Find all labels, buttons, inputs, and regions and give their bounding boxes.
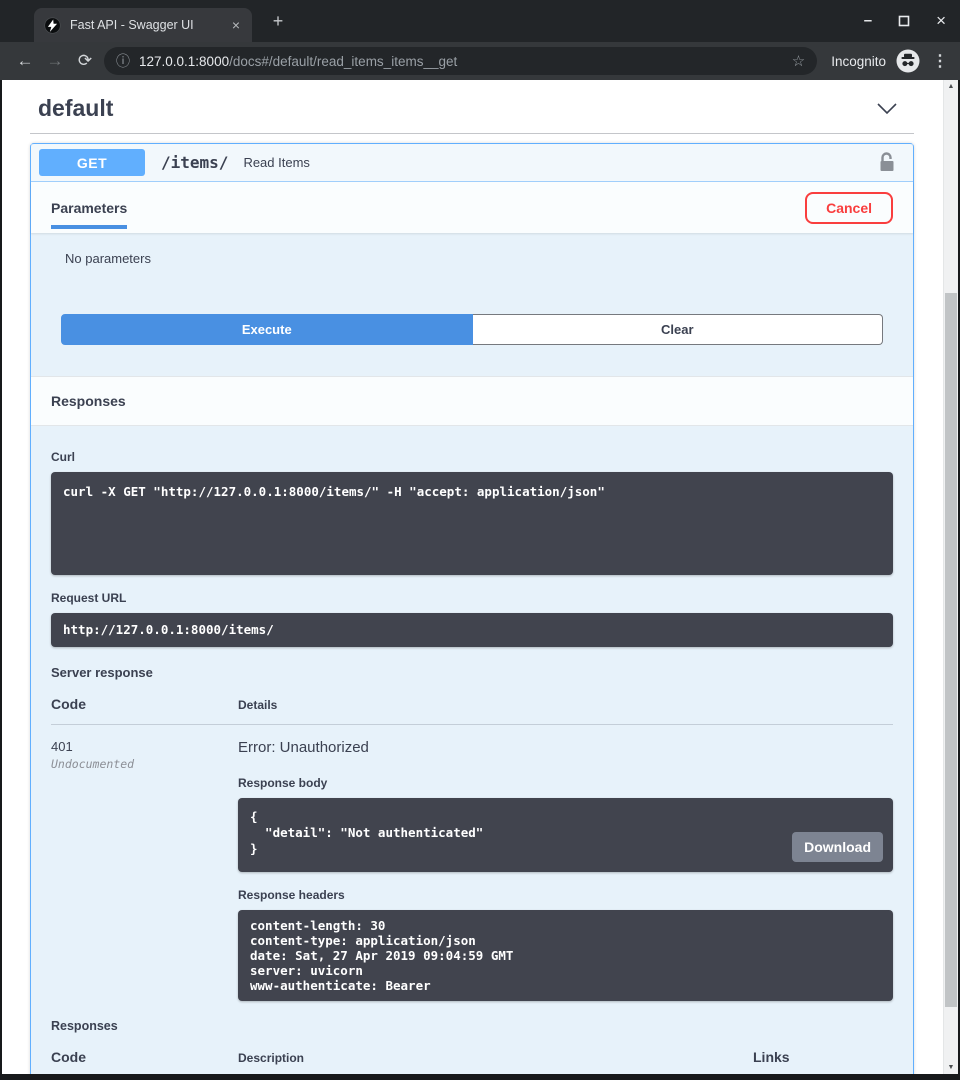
request-url-label: Request URL (51, 591, 893, 605)
fastapi-favicon-icon (44, 17, 61, 34)
curl-command: curl -X GET "http://127.0.0.1:8000/items… (63, 484, 881, 500)
scroll-up-icon[interactable]: ▲ (944, 83, 958, 90)
browser-titlebar: Fast API - Swagger UI × + – × (0, 0, 960, 42)
operation-summary-text: Read Items (243, 155, 309, 170)
request-url-block: http://127.0.0.1:8000/items/ (51, 613, 893, 647)
url-host: 127.0.0.1:8000 (139, 54, 229, 69)
close-button[interactable]: × (936, 11, 946, 31)
server-response-table-head: Code Details (51, 696, 893, 712)
clear-button[interactable]: Clear (473, 314, 884, 345)
url-path: /docs#/default/read_items_items__get (229, 54, 457, 69)
url-text[interactable]: 127.0.0.1:8000/docs#/default/read_items_… (139, 54, 784, 69)
parameters-body: No parameters (31, 233, 913, 306)
operation-block-get-items: GET /items/ Read Items Parameters Cancel (30, 143, 914, 1080)
url-bar[interactable]: ⓘ 127.0.0.1:8000/docs#/default/read_item… (104, 47, 817, 75)
links-column-header: Links (753, 1049, 893, 1065)
window-controls: – × (864, 0, 946, 42)
response-body-label: Response body (238, 776, 893, 790)
page-scrollbar[interactable]: ▲ ▼ (943, 80, 958, 1074)
browser-toolbar: ← → ⟳ ⓘ 127.0.0.1:8000/docs#/default/rea… (0, 42, 960, 80)
browser-window: Fast API - Swagger UI × + – × ← → ⟳ ⓘ 12… (0, 0, 960, 1080)
maximize-button[interactable] (898, 15, 910, 27)
undocumented-note: Undocumented (51, 757, 238, 771)
swagger-page: default GET /items/ Read Items (0, 80, 960, 1080)
minimize-button[interactable]: – (864, 16, 872, 26)
cancel-button[interactable]: Cancel (805, 192, 893, 224)
tag-section-header[interactable]: default (30, 80, 914, 133)
details-column-header: Details (238, 698, 277, 712)
response-details-text: Error: Unauthorized (238, 739, 893, 756)
response-body-block: { "detail": "Not authenticated" } Downlo… (238, 798, 893, 872)
responses-table-head: Code Description Links (51, 1049, 893, 1065)
method-badge: GET (39, 149, 145, 176)
response-headers-label: Response headers (238, 888, 893, 902)
site-info-icon[interactable]: ⓘ (116, 51, 130, 71)
tab-parameters[interactable]: Parameters (51, 182, 127, 233)
forward-icon[interactable]: → (40, 51, 70, 71)
browser-tab[interactable]: Fast API - Swagger UI × (34, 8, 252, 42)
server-response-label: Server response (51, 665, 893, 680)
chevron-down-icon[interactable] (876, 102, 898, 115)
responses-section-header: Responses (31, 376, 913, 426)
responses-header-label: Responses (51, 393, 126, 409)
scrollbar-thumb[interactable] (945, 293, 957, 1007)
page-title: default (38, 95, 113, 122)
execute-button[interactable]: Execute (61, 314, 473, 345)
curl-block: curl -X GET "http://127.0.0.1:8000/items… (51, 472, 893, 575)
response-headers-text: content-length: 30 content-type: applica… (250, 918, 881, 993)
parameters-section-header: Parameters Cancel (31, 182, 913, 233)
response-headers-block: content-length: 30 content-type: applica… (238, 910, 893, 1001)
operation-summary[interactable]: GET /items/ Read Items (31, 144, 913, 182)
auth-lock-button[interactable] (879, 152, 895, 173)
scroll-down-icon[interactable]: ▼ (944, 1064, 958, 1071)
new-tab-button[interactable]: + (266, 9, 290, 33)
responses-inner: Curl curl -X GET "http://127.0.0.1:8000/… (31, 426, 913, 1080)
request-url-value: http://127.0.0.1:8000/items/ (63, 622, 881, 638)
section-divider (30, 133, 914, 134)
response-code: 401 (51, 739, 238, 754)
incognito-icon (896, 49, 920, 73)
tab-title: Fast API - Swagger UI (70, 18, 230, 32)
open-padlock-icon (879, 152, 895, 173)
code-column-header: Code (51, 696, 238, 712)
curl-label: Curl (51, 450, 893, 464)
tab-close-icon[interactable]: × (230, 17, 242, 33)
execute-row: Execute Clear (61, 314, 883, 345)
reload-icon[interactable]: ⟳ (70, 51, 100, 71)
server-response-row: 401 Undocumented Error: Unauthorized Res… (51, 725, 893, 1001)
code-column-header: Code (51, 1049, 238, 1065)
no-parameters-text: No parameters (65, 251, 893, 266)
bookmark-star-icon[interactable]: ☆ (792, 52, 805, 70)
incognito-label: Incognito (831, 54, 886, 69)
back-icon[interactable]: ← (10, 51, 40, 71)
description-column-header: Description (238, 1051, 753, 1065)
response-body-json: { "detail": "Not authenticated" } (250, 809, 881, 857)
documented-responses-label: Responses (51, 1019, 893, 1033)
browser-menu-icon[interactable]: ⋮ (932, 51, 948, 71)
operation-path: /items/ (161, 153, 228, 172)
swagger-content: default GET /items/ Read Items (30, 80, 914, 1080)
download-button[interactable]: Download (792, 832, 883, 862)
